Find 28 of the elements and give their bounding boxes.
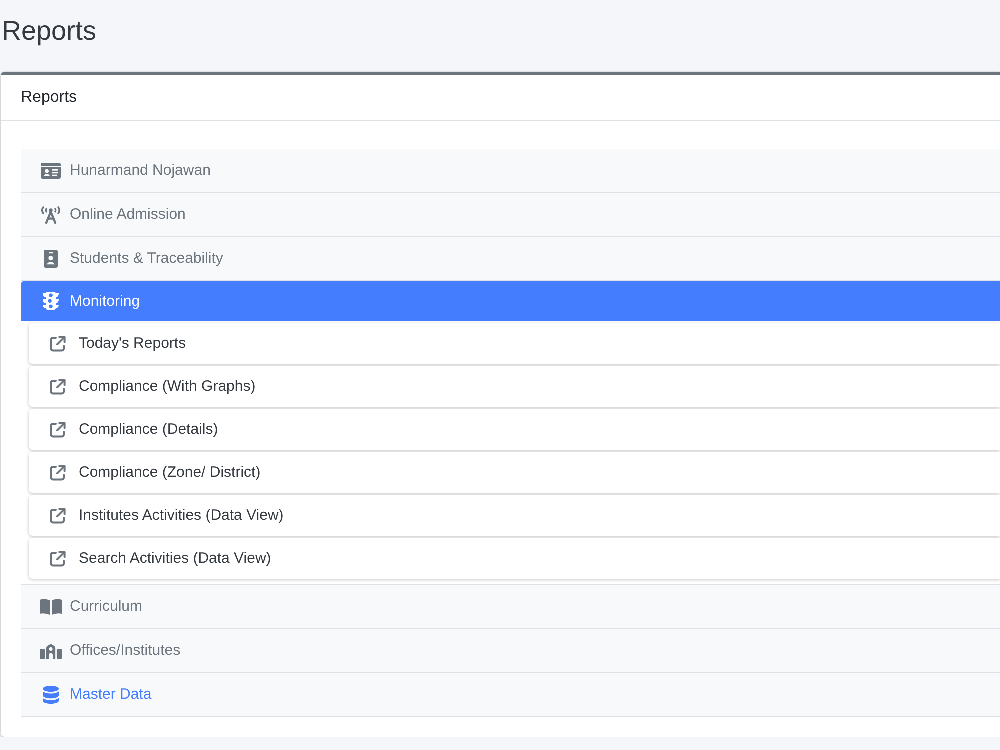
menu-item[interactable]: Online Admission <box>21 193 1000 237</box>
report-link[interactable]: Institutes Activities (Data View) <box>29 495 1000 536</box>
traffic-light-icon <box>43 292 59 310</box>
external-link-icon <box>50 336 66 352</box>
external-link-icon <box>50 422 66 438</box>
report-link[interactable]: Compliance (Details) <box>29 409 1000 450</box>
external-link-icon <box>50 508 66 524</box>
school-building-icon <box>40 642 62 660</box>
id-badge-icon <box>44 250 58 268</box>
report-link[interactable]: Compliance (Zone/ District) <box>29 452 1000 493</box>
book-icon <box>40 598 62 614</box>
menu-item[interactable]: Students & Traceability <box>21 237 1000 281</box>
report-link[interactable]: Search Activities (Data View) <box>29 538 1000 579</box>
menu-item[interactable]: Hunarmand Nojawan <box>21 149 1000 193</box>
report-link[interactable]: Compliance (With Graphs) <box>29 366 1000 407</box>
report-link[interactable]: Today's Reports <box>29 323 1000 364</box>
menu-item[interactable]: Monitoring <box>21 281 1000 321</box>
menu-item[interactable]: Offices/Institutes <box>21 629 1000 673</box>
broadcast-tower-icon <box>40 206 62 224</box>
external-link-icon <box>50 550 66 566</box>
external-link-icon <box>50 464 66 480</box>
database-icon <box>43 686 59 704</box>
menu-item[interactable]: Curriculum <box>21 585 1000 629</box>
id-card-icon <box>41 162 61 178</box>
page-title: Reports <box>2 15 97 48</box>
menu-item[interactable]: Master Data <box>21 673 1000 717</box>
external-link-icon <box>50 378 66 394</box>
card-title: Reports <box>21 89 78 106</box>
